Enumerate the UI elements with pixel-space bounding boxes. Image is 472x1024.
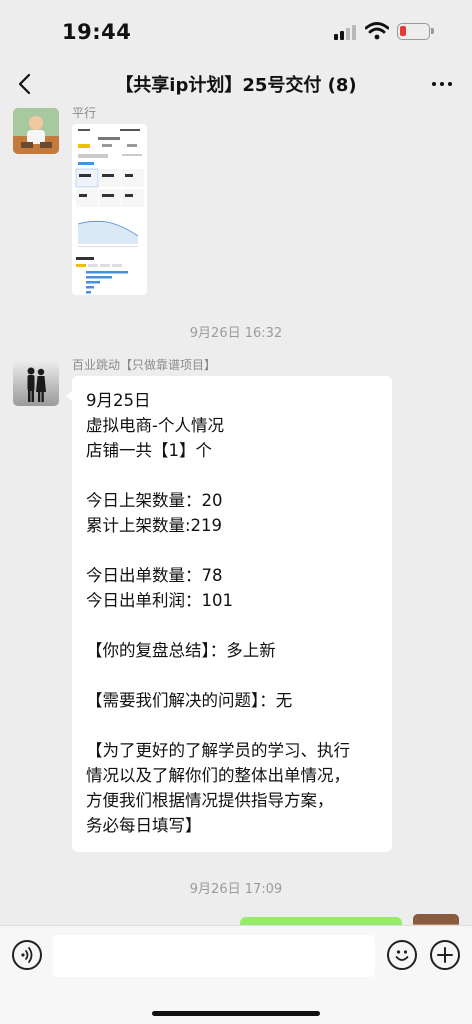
message-line: 【你的复盘总结】：多上新 (86, 641, 276, 660)
home-indicator (152, 1011, 320, 1016)
message-line: 今日上架数量：20 (86, 491, 223, 510)
message-line: 9月25日 (86, 391, 151, 410)
sent-message-bubble[interactable] (240, 917, 402, 925)
emoji-icon[interactable] (387, 940, 417, 970)
plus-icon[interactable] (430, 940, 460, 970)
cellular-signal-icon (334, 24, 358, 40)
timestamp: 9月26日 17:09 (189, 882, 283, 897)
avatar[interactable] (13, 360, 59, 406)
input-bar (0, 925, 472, 1024)
nav-bar: 【共享ip计划】25号交付 (8) (0, 62, 472, 106)
status-time: 19:44 (62, 20, 132, 44)
more-dots-icon[interactable] (428, 70, 456, 98)
message-line (86, 538, 378, 563)
message-line: 今日出单数量：78 (86, 566, 223, 585)
message-line: 店铺一共【1】个 (86, 441, 212, 460)
sender-name: 百业跳动【只做靠谱项目】 (72, 358, 217, 372)
self-avatar[interactable] (413, 914, 459, 925)
message-line: 【为了更好的了解学员的学习、执行 (86, 741, 350, 760)
message-line (86, 663, 378, 688)
message-line (86, 713, 378, 738)
sender-name: 平行 (72, 106, 97, 120)
status-bar: 19:44 (0, 0, 472, 62)
message-line: 累计上架数量:219 (86, 516, 223, 535)
chat-title: 【共享ip计划】25号交付 (8) (115, 75, 357, 96)
message-line: 今日出单利润：101 (86, 591, 233, 610)
timestamp: 9月26日 16:32 (189, 326, 283, 341)
message-line: 【需要我们解决的问题】：无 (86, 691, 293, 710)
message-input[interactable] (53, 935, 375, 977)
image-message[interactable] (72, 124, 147, 295)
wifi-icon (365, 22, 389, 40)
message-line (86, 613, 378, 638)
chat-area[interactable]: 平行 9月26日 16:32 百业跳动【只做靠谱项目】 9月25日 虚拟电商-个… (0, 106, 472, 925)
battery-icon (397, 23, 434, 40)
avatar[interactable] (13, 108, 59, 154)
message-line: 情况以及了解你们的整体出单情况， (86, 766, 350, 785)
voice-icon[interactable] (12, 940, 42, 970)
message-line: 务必每日填写】 (86, 816, 202, 835)
message-bubble[interactable]: 9月25日 虚拟电商-个人情况 店铺一共【1】个 今日上架数量：20 累计上架数… (66, 376, 392, 852)
message-line: 虚拟电商-个人情况 (86, 416, 224, 435)
message-line: 方便我们根据情况提供指导方案， (86, 791, 334, 810)
message-line (86, 463, 378, 488)
back-arrow-icon[interactable] (12, 70, 40, 98)
